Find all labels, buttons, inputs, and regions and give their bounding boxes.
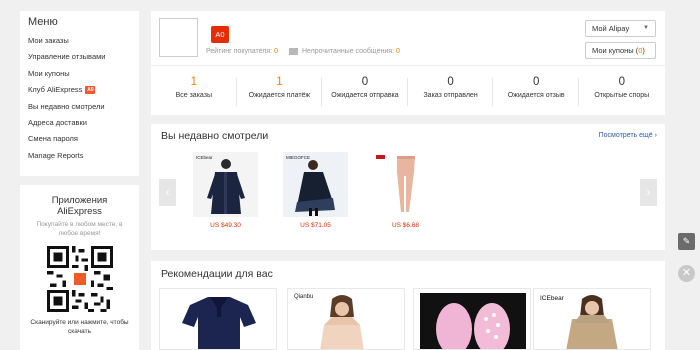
pencil-icon: ✎ [682, 236, 691, 246]
sidebar-item-label: Мои заказы [28, 36, 69, 45]
recent-product[interactable]: MIEGOFCE US $71.05 [283, 152, 348, 229]
stat-awaiting-shipment[interactable]: 0 Ожидается отправка [322, 66, 408, 115]
my-alipay-label: Мой Alipay [592, 24, 630, 33]
recommendation-card[interactable] [413, 288, 531, 350]
recommendation-card[interactable] [159, 288, 277, 350]
order-stats: 1 Все заказы 1 Ожидается платёж 0 Ожидается… [151, 65, 665, 115]
coupons-label-close: ) [642, 46, 645, 55]
stat-label: Ожидается отправка [331, 92, 399, 99]
recommendations-section: Рекомендации для вас Qianbu ICEbear [151, 261, 665, 350]
unread-label: Непрочитанные сообщения: [302, 48, 395, 55]
product-price: US $71.05 [300, 222, 331, 229]
recent-product[interactable]: ICEbear US $49.30 [193, 152, 258, 229]
sidebar-item-label: Клуб AliExpress [28, 85, 83, 95]
sidebar-item-change-password[interactable]: Смена пароля [28, 131, 131, 147]
stat-value: 0 [447, 76, 454, 88]
stat-value: 0 [532, 76, 540, 88]
rating-value[interactable]: 0 [274, 48, 278, 55]
recently-viewed-title: Вы недавно смотрели [161, 130, 269, 142]
stat-open-disputes[interactable]: 0 Открытые споры [579, 66, 665, 115]
carousel-next-button[interactable]: › [640, 179, 657, 206]
stat-value: 1 [276, 76, 283, 88]
sidebar-menu: Меню Мои заказы Управление отзывами Мои … [20, 11, 139, 176]
stat-all-orders[interactable]: 1 Все заказы [151, 66, 237, 115]
product-price: US $49.30 [210, 222, 241, 229]
sidebar-item-label: Управление отзывами [28, 52, 106, 62]
brand-logo: MIEGOFCE [286, 155, 310, 160]
club-badge: A0 [85, 86, 96, 95]
qr-code[interactable] [46, 246, 113, 312]
stat-label: Все заказы [175, 92, 212, 99]
account-summary-panel: A0 Рейтинг покупателя: 0 Непрочитанные с… [151, 11, 665, 115]
my-coupons-button[interactable]: Мои купоны (0) [585, 42, 656, 59]
unread-value: 0 [396, 48, 400, 55]
stat-awaiting-feedback[interactable]: 0 Ожидается отзыв [493, 66, 579, 115]
stat-label: Заказ отправлен [423, 92, 478, 99]
stat-label: Открытые споры [594, 92, 650, 99]
stat-shipped[interactable]: 0 Заказ отправлен [408, 66, 494, 115]
sidebar-item-label: Смена пароля [28, 134, 78, 144]
stat-value: 0 [618, 76, 625, 88]
sidebar-item-label: Адреса доставки [28, 117, 88, 127]
rating-label: Рейтинг покупателя: [206, 48, 273, 55]
avatar[interactable] [159, 18, 198, 57]
sidebar-item-manage-reports[interactable]: Manage Reports [28, 148, 131, 164]
aliexpress-logo-icon [71, 271, 88, 287]
app-panel-subtitle: Покупайте в любом месте, в любое время! [36, 221, 123, 237]
sidebar-item-label: Мои купоны [28, 68, 70, 78]
my-alipay-button[interactable]: Мой Alipay ▼ [585, 20, 656, 37]
brand-logo: Qianbu [294, 294, 313, 300]
brand-logo: ICEbear [540, 295, 565, 302]
sidebar-item-shipping-addresses[interactable]: Адреса доставки [28, 115, 131, 131]
product-image [160, 289, 276, 349]
close-button[interactable]: ✕ [678, 265, 695, 282]
see-more-label: Посмотреть ещё [598, 132, 653, 139]
sidebar-item-label: Manage Reports [28, 150, 84, 160]
close-icon: ✕ [681, 267, 692, 279]
product-price: US $6.68 [391, 222, 420, 229]
sidebar-item-label: Вы недавно смотрели [28, 101, 105, 111]
app-download-panel: Приложения AliExpress Покупайте в любом … [20, 185, 139, 350]
chevron-right-icon: › [646, 185, 651, 199]
product-image[interactable] [373, 152, 438, 217]
sidebar-item-my-orders[interactable]: Мои заказы [28, 33, 131, 49]
stat-awaiting-payment[interactable]: 1 Ожидается платёж [237, 66, 323, 115]
envelope-icon [289, 48, 298, 55]
recommendation-card[interactable]: Qianbu [287, 288, 405, 350]
brand-logo: ICEbear [196, 155, 213, 160]
chevron-down-icon: ▼ [643, 25, 649, 31]
stat-label: Ожидается отзыв [507, 92, 565, 99]
sidebar-item-manage-feedback[interactable]: Управление отзывами [28, 49, 131, 65]
stat-value: 1 [190, 76, 197, 88]
product-image [414, 289, 530, 349]
unread-messages[interactable]: Непрочитанные сообщения: 0 [289, 48, 400, 55]
recommendation-card[interactable]: ICEbear [533, 288, 651, 350]
see-more-link[interactable]: Посмотреть ещё › [599, 132, 657, 139]
sidebar-item-my-coupons[interactable]: Мои купоны [28, 66, 131, 82]
stat-label: Ожидается платёж [248, 92, 311, 99]
product-image[interactable]: ICEbear [193, 152, 258, 217]
coupons-label: Мои купоны ( [592, 46, 639, 55]
product-image: ICEbear [534, 289, 650, 349]
recently-viewed-section: Вы недавно смотрели Посмотреть ещё › ‹ ›… [151, 124, 665, 250]
chevron-right-icon: › [654, 132, 657, 139]
app-panel-title: Приложения [51, 195, 108, 206]
chevron-left-icon: ‹ [165, 185, 170, 199]
sidebar-item-recently-viewed[interactable]: Вы недавно смотрели [28, 99, 131, 115]
stat-value: 0 [361, 76, 369, 88]
product-image[interactable]: MIEGOFCE [283, 152, 348, 217]
sidebar-item-aliexpress-club[interactable]: Клуб AliExpress A0 [28, 82, 131, 98]
sidebar-title: Меню [28, 16, 58, 28]
recommendations-title: Рекомендации для вас [161, 268, 273, 280]
app-panel-caption: Сканируйте или нажмите, чтобы скачать [30, 319, 129, 335]
buyer-rating: Рейтинг покупателя: 0 [206, 48, 278, 55]
product-image: Qianbu [288, 289, 404, 349]
carousel-prev-button[interactable]: ‹ [159, 179, 176, 206]
member-level-badge: A0 [211, 26, 229, 43]
recent-product[interactable]: US $6.68 [373, 152, 438, 229]
app-panel-brand: AliExpress [57, 206, 102, 217]
feedback-button[interactable]: ✎ [678, 233, 695, 250]
